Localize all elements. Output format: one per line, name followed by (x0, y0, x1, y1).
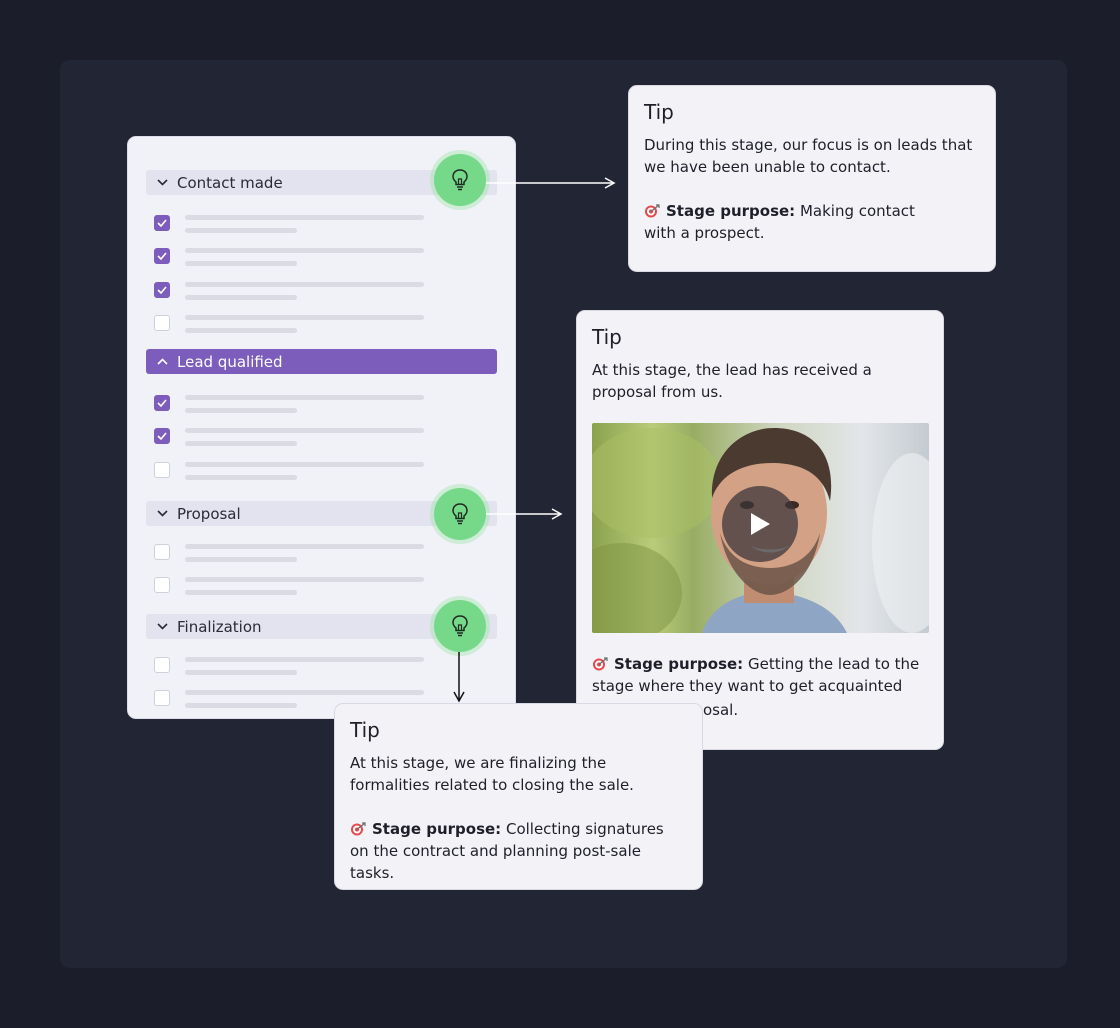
play-button[interactable] (722, 486, 798, 562)
tip-title: Tip (644, 100, 674, 124)
stage-label: Proposal (177, 504, 241, 523)
task-text-placeholder (185, 690, 424, 695)
task-text-placeholder (185, 462, 424, 467)
task-checkbox[interactable] (154, 215, 170, 231)
stage-label: Lead qualified (177, 352, 283, 371)
tip-purpose-tail: osal. (703, 701, 739, 719)
checkmark-icon (157, 252, 167, 260)
task-text-placeholder (185, 657, 424, 662)
chevron-down-icon (156, 508, 168, 520)
tip-purpose-label: Stage purpose: (614, 655, 744, 673)
stage-label: Finalization (177, 617, 262, 636)
tip-text: At this stage, we are finalizing the for… (350, 754, 634, 794)
checkmark-icon (157, 286, 167, 294)
stage-label: Contact made (177, 173, 283, 192)
task-checkbox[interactable] (154, 462, 170, 478)
tip-purpose: Stage purpose: Making contact with a pro… (644, 200, 944, 244)
tip-title: Tip (350, 718, 380, 742)
tip-card-finalization: Tip At this stage, we are finalizing the… (334, 703, 703, 890)
tip-purpose: Stage purpose: Collecting signatures on … (350, 818, 685, 884)
tip-card-contact-made: Tip During this stage, our focus is on l… (628, 85, 996, 272)
task-checkbox[interactable] (154, 657, 170, 673)
checkmark-icon (157, 219, 167, 227)
tip-purpose-label: Stage purpose: (666, 202, 796, 220)
task-subtext-placeholder (185, 328, 297, 333)
task-text-placeholder (185, 544, 424, 549)
task-checkbox[interactable] (154, 248, 170, 264)
task-text-placeholder (185, 248, 424, 253)
task-checkbox[interactable] (154, 315, 170, 331)
task-subtext-placeholder (185, 228, 297, 233)
task-subtext-placeholder (185, 295, 297, 300)
task-text-placeholder (185, 428, 424, 433)
task-subtext-placeholder (185, 475, 297, 480)
task-text-placeholder (185, 315, 424, 320)
task-item[interactable] (154, 657, 426, 683)
connector-arrow-contact (486, 177, 616, 189)
task-subtext-placeholder (185, 408, 297, 413)
tip-text: During this stage, our focus is on leads… (644, 136, 973, 176)
lightbulb-icon (452, 615, 468, 637)
connector-arrow-proposal (486, 508, 563, 520)
task-checkbox[interactable] (154, 544, 170, 560)
tip-card-proposal: Tip At this stage, the lead has received… (576, 310, 944, 750)
task-subtext-placeholder (185, 441, 297, 446)
task-text-placeholder (185, 282, 424, 287)
target-icon (645, 204, 660, 218)
task-item[interactable] (154, 544, 426, 570)
task-text-placeholder (185, 395, 424, 400)
task-text-placeholder (185, 577, 424, 582)
video-thumbnail[interactable] (592, 423, 929, 633)
task-item[interactable] (154, 462, 426, 488)
checkmark-icon (157, 432, 167, 440)
task-item[interactable] (154, 428, 426, 454)
lightbulb-icon (452, 503, 468, 525)
task-item[interactable] (154, 282, 426, 308)
checkmark-icon (157, 399, 167, 407)
tip-title: Tip (592, 325, 622, 349)
tip-bulb-button-finalization[interactable] (434, 600, 486, 652)
chevron-down-icon (156, 621, 168, 633)
task-item[interactable] (154, 215, 426, 241)
tip-text: At this stage, the lead has received a p… (592, 361, 872, 401)
task-subtext-placeholder (185, 261, 297, 266)
play-icon (751, 513, 770, 535)
task-subtext-placeholder (185, 590, 297, 595)
chevron-down-icon (156, 177, 168, 189)
tip-purpose-label: Stage purpose: (372, 820, 502, 838)
task-item[interactable] (154, 315, 426, 341)
task-text-placeholder (185, 215, 424, 220)
target-icon (593, 657, 608, 671)
task-item[interactable] (154, 577, 426, 603)
task-subtext-placeholder (185, 670, 297, 675)
stage-header-lead-qualified[interactable]: Lead qualified (146, 349, 497, 374)
tip-bulb-button-proposal[interactable] (434, 488, 486, 540)
task-item[interactable] (154, 248, 426, 274)
task-item[interactable] (154, 395, 426, 421)
task-subtext-placeholder (185, 557, 297, 562)
task-checkbox[interactable] (154, 282, 170, 298)
connector-arrow-finalization (453, 652, 465, 703)
tip-bulb-button-contact-made[interactable] (434, 154, 486, 206)
target-icon (351, 822, 366, 836)
task-checkbox[interactable] (154, 577, 170, 593)
tip-purpose: Stage purpose: Getting the lead to the s… (592, 653, 922, 697)
task-checkbox[interactable] (154, 395, 170, 411)
lightbulb-icon (452, 169, 468, 191)
task-subtext-placeholder (185, 703, 297, 708)
task-checkbox[interactable] (154, 690, 170, 706)
chevron-up-icon (156, 356, 168, 368)
task-checkbox[interactable] (154, 428, 170, 444)
